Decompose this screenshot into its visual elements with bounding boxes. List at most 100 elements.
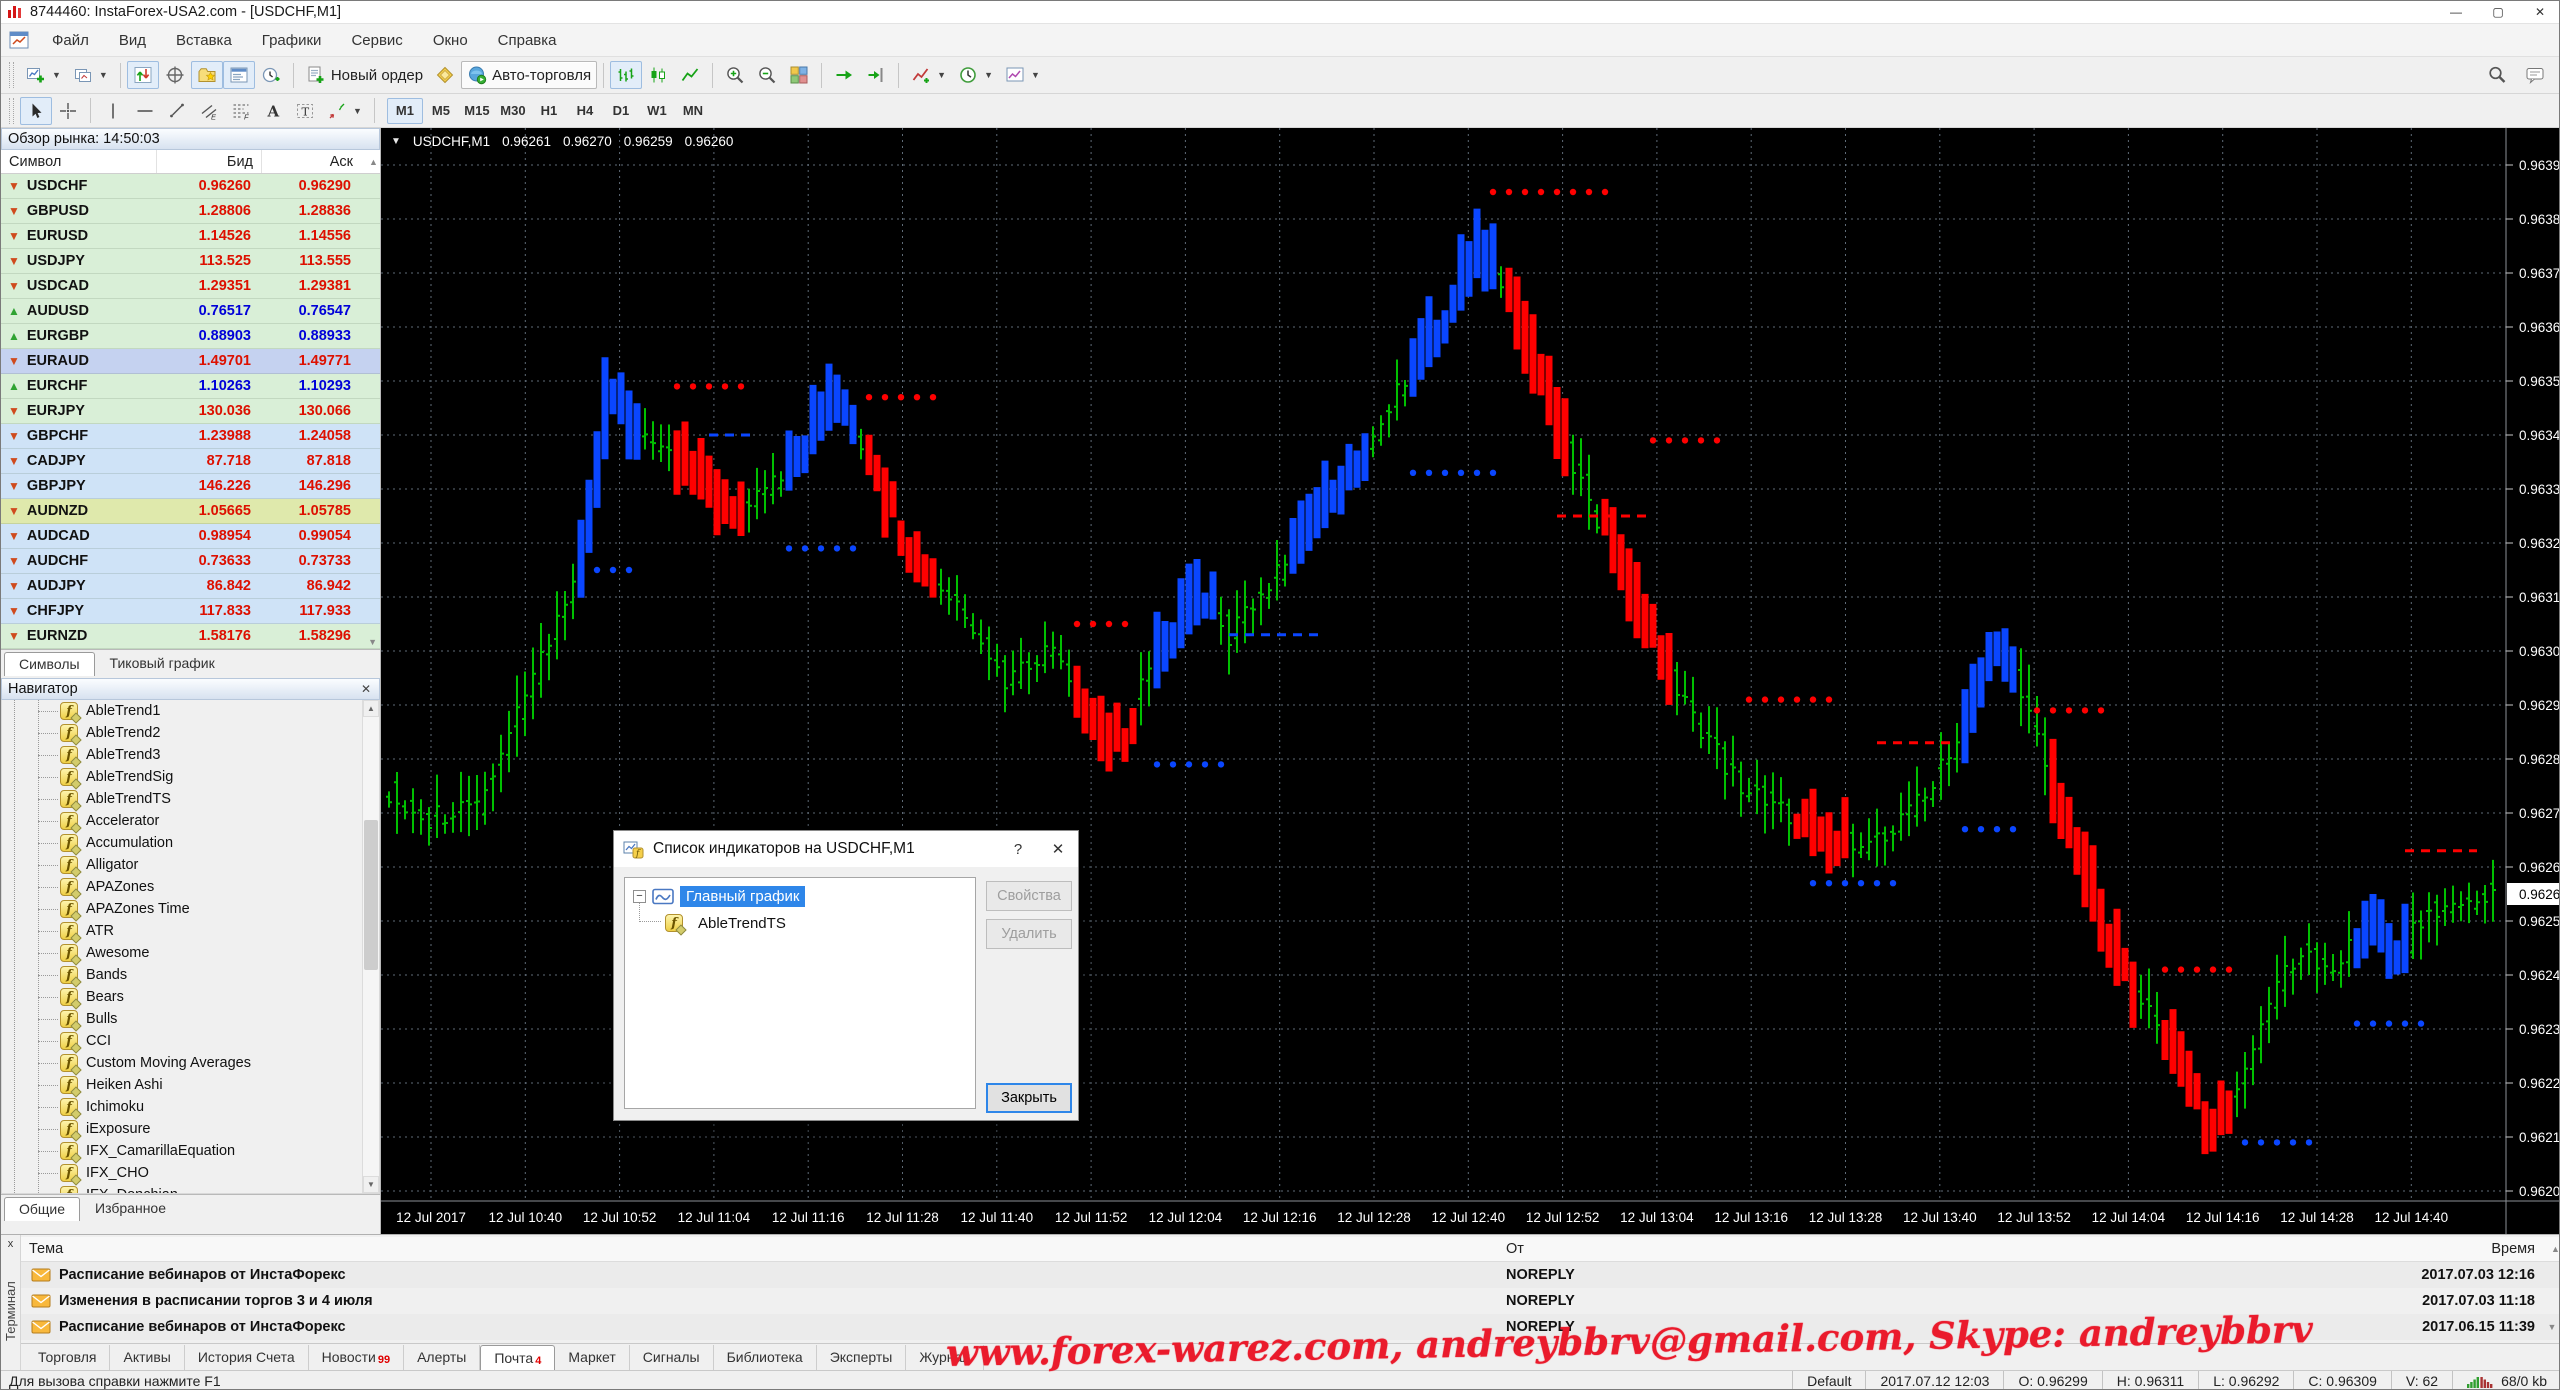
- market-watch-tab-1[interactable]: Тиковый график: [95, 651, 230, 675]
- scroll-down-icon[interactable]: ▼: [368, 637, 377, 647]
- auto-scroll-button[interactable]: [828, 61, 860, 89]
- navigator-item-ifx-cho[interactable]: fIFX_CHO: [2, 1162, 379, 1184]
- column-subject[interactable]: Тема: [21, 1241, 1498, 1257]
- terminal-tab-9[interactable]: Эксперты: [817, 1345, 907, 1370]
- market-watch-row-eurnzd[interactable]: ▼EURNZD1.581761.58296: [1, 624, 380, 649]
- navigator-item-abletrend2[interactable]: fAbleTrend2: [2, 722, 379, 744]
- column-from[interactable]: От: [1498, 1241, 2298, 1257]
- status-profile[interactable]: Default: [1792, 1371, 1865, 1390]
- zoom-in-button[interactable]: [719, 61, 751, 89]
- navigator-tab-0[interactable]: Общие: [4, 1197, 80, 1221]
- menu-item-5[interactable]: Окно: [418, 27, 483, 54]
- toolbar-grip[interactable]: [9, 98, 14, 124]
- terminal-tab-4[interactable]: Алерты: [404, 1345, 480, 1370]
- terminal-tab-3[interactable]: Новости99: [309, 1345, 404, 1370]
- navigator-scrollbar[interactable]: ▲ ▼: [362, 700, 379, 1193]
- tree-item-label[interactable]: Главный график: [680, 886, 805, 907]
- market-watch-row-audcad[interactable]: ▼AUDCAD0.989540.99054: [1, 524, 380, 549]
- terminal-close-icon[interactable]: x: [3, 1236, 19, 1251]
- navigator-item-bears[interactable]: fBears: [2, 986, 379, 1008]
- search-button[interactable]: [2481, 61, 2513, 89]
- new-order-button[interactable]: Новый ордер: [300, 61, 429, 89]
- column-ask[interactable]: Аск: [261, 150, 361, 173]
- one-click-collapse-icon[interactable]: ▼: [391, 136, 401, 147]
- menu-item-6[interactable]: Справка: [483, 27, 572, 54]
- periods-button[interactable]: ▼: [952, 61, 999, 89]
- navigator-item-bulls[interactable]: fBulls: [2, 1008, 379, 1030]
- navigator-item-abletrend1[interactable]: fAbleTrend1: [2, 700, 379, 722]
- column-symbol[interactable]: Символ: [1, 154, 156, 170]
- tree-item-label[interactable]: AbleTrendTS: [698, 915, 786, 932]
- arrows-button[interactable]: ▼: [321, 97, 368, 125]
- navigator-close-icon[interactable]: ✕: [359, 682, 373, 696]
- hline-button[interactable]: [129, 97, 161, 125]
- menu-item-4[interactable]: Сервис: [336, 27, 417, 54]
- menu-item-0[interactable]: Файл: [37, 27, 104, 54]
- text-button[interactable]: A: [257, 97, 289, 125]
- timeframe-h4-button[interactable]: H4: [567, 98, 603, 124]
- templates-button[interactable]: ▼: [999, 61, 1046, 89]
- profiles-button[interactable]: ▼: [67, 61, 114, 89]
- navigator-item-heiken-ashi[interactable]: fHeiken Ashi: [2, 1074, 379, 1096]
- market-watch-row-eurchf[interactable]: ▲EURCHF1.102631.10293: [1, 374, 380, 399]
- menu-item-2[interactable]: Вставка: [161, 27, 247, 54]
- data-window-button[interactable]: [159, 61, 191, 89]
- tree-item-main-chart[interactable]: − Главный график: [633, 886, 805, 907]
- market-watch-row-audchf[interactable]: ▼AUDCHF0.736330.73733: [1, 549, 380, 574]
- menu-item-3[interactable]: Графики: [247, 27, 337, 54]
- tree-item-abletrendts[interactable]: f AbleTrendTS: [665, 914, 786, 932]
- terminal-tab-8[interactable]: Библиотека: [714, 1345, 817, 1370]
- navigator-item-accumulation[interactable]: fAccumulation: [2, 832, 379, 854]
- fibonacci-button[interactable]: F: [225, 97, 257, 125]
- market-watch-button[interactable]: [127, 61, 159, 89]
- market-watch-row-eurgbp[interactable]: ▲EURGBP0.889030.88933: [1, 324, 380, 349]
- mail-row-0[interactable]: Расписание вебинаров от ИнстаФорексNOREP…: [21, 1262, 2560, 1288]
- strategy-tester-button[interactable]: [255, 61, 287, 89]
- toolbar-grip[interactable]: [9, 62, 14, 88]
- navigator-tab-1[interactable]: Избранное: [80, 1196, 181, 1220]
- market-watch-row-gbpjpy[interactable]: ▼GBPJPY146.226146.296: [1, 474, 380, 499]
- market-watch-row-audjpy[interactable]: ▼AUDJPY86.84286.942: [1, 574, 380, 599]
- navigator-item-abletrend3[interactable]: fAbleTrend3: [2, 744, 379, 766]
- navigator-item-accelerator[interactable]: fAccelerator: [2, 810, 379, 832]
- market-watch-row-audnzd[interactable]: ▼AUDNZD1.056651.05785: [1, 499, 380, 524]
- navigator-item-cci[interactable]: fCCI: [2, 1030, 379, 1052]
- maximize-button[interactable]: ▢: [2477, 1, 2519, 23]
- terminal-tab-2[interactable]: История Счета: [185, 1345, 309, 1370]
- scrollbar-down-icon[interactable]: ▼: [363, 1176, 379, 1193]
- terminal-button[interactable]: [223, 61, 255, 89]
- navigator-button[interactable]: [191, 61, 223, 89]
- timeframe-h1-button[interactable]: H1: [531, 98, 567, 124]
- timeframe-m30-button[interactable]: M30: [495, 98, 531, 124]
- navigator-item-apazones-time[interactable]: fAPAZones Time: [2, 898, 379, 920]
- timeframe-w1-button[interactable]: W1: [639, 98, 675, 124]
- market-watch-row-chfjpy[interactable]: ▼CHFJPY117.833117.933: [1, 599, 380, 624]
- label-button[interactable]: T: [289, 97, 321, 125]
- market-watch-row-eurjpy[interactable]: ▼EURJPY130.036130.066: [1, 399, 380, 424]
- dialog-help-button[interactable]: ?: [998, 831, 1038, 867]
- indicator-tree-list[interactable]: − Главный график f AbleTrendTS: [624, 877, 976, 1109]
- crosshair-button[interactable]: [52, 97, 84, 125]
- collapse-icon[interactable]: −: [633, 890, 646, 903]
- navigator-item-alligator[interactable]: fAlligator: [2, 854, 379, 876]
- timeframe-mn-button[interactable]: MN: [675, 98, 711, 124]
- scroll-up-icon[interactable]: ▲: [361, 157, 381, 167]
- close-button[interactable]: ✕: [2519, 1, 2560, 23]
- market-watch-row-euraud[interactable]: ▼EURAUD1.497011.49771: [1, 349, 380, 374]
- navigator-item-awesome[interactable]: fAwesome: [2, 942, 379, 964]
- market-watch-row-usdcad[interactable]: ▼USDCAD1.293511.29381: [1, 274, 380, 299]
- scroll-up-icon[interactable]: ▲: [2543, 1244, 2560, 1254]
- terminal-tab-7[interactable]: Сигналы: [630, 1345, 714, 1370]
- market-watch-row-eurusd[interactable]: ▼EURUSD1.145261.14556: [1, 224, 380, 249]
- new-chart-button[interactable]: ▼: [20, 61, 67, 89]
- terminal-tab-1[interactable]: Активы: [110, 1345, 184, 1370]
- navigator-item-bands[interactable]: fBands: [2, 964, 379, 986]
- line-chart-button[interactable]: [674, 61, 706, 89]
- metaeditor-button[interactable]: [429, 61, 461, 89]
- scrollbar-thumb[interactable]: [364, 820, 378, 970]
- navigator-item-abletrendsig[interactable]: fAbleTrendSig: [2, 766, 379, 788]
- channel-button[interactable]: E: [193, 97, 225, 125]
- navigator-item-ifx-camarillaequation[interactable]: fIFX_CamarillaEquation: [2, 1140, 379, 1162]
- close-dialog-button[interactable]: Закрыть: [986, 1083, 1072, 1113]
- column-bid[interactable]: Бид: [156, 150, 261, 173]
